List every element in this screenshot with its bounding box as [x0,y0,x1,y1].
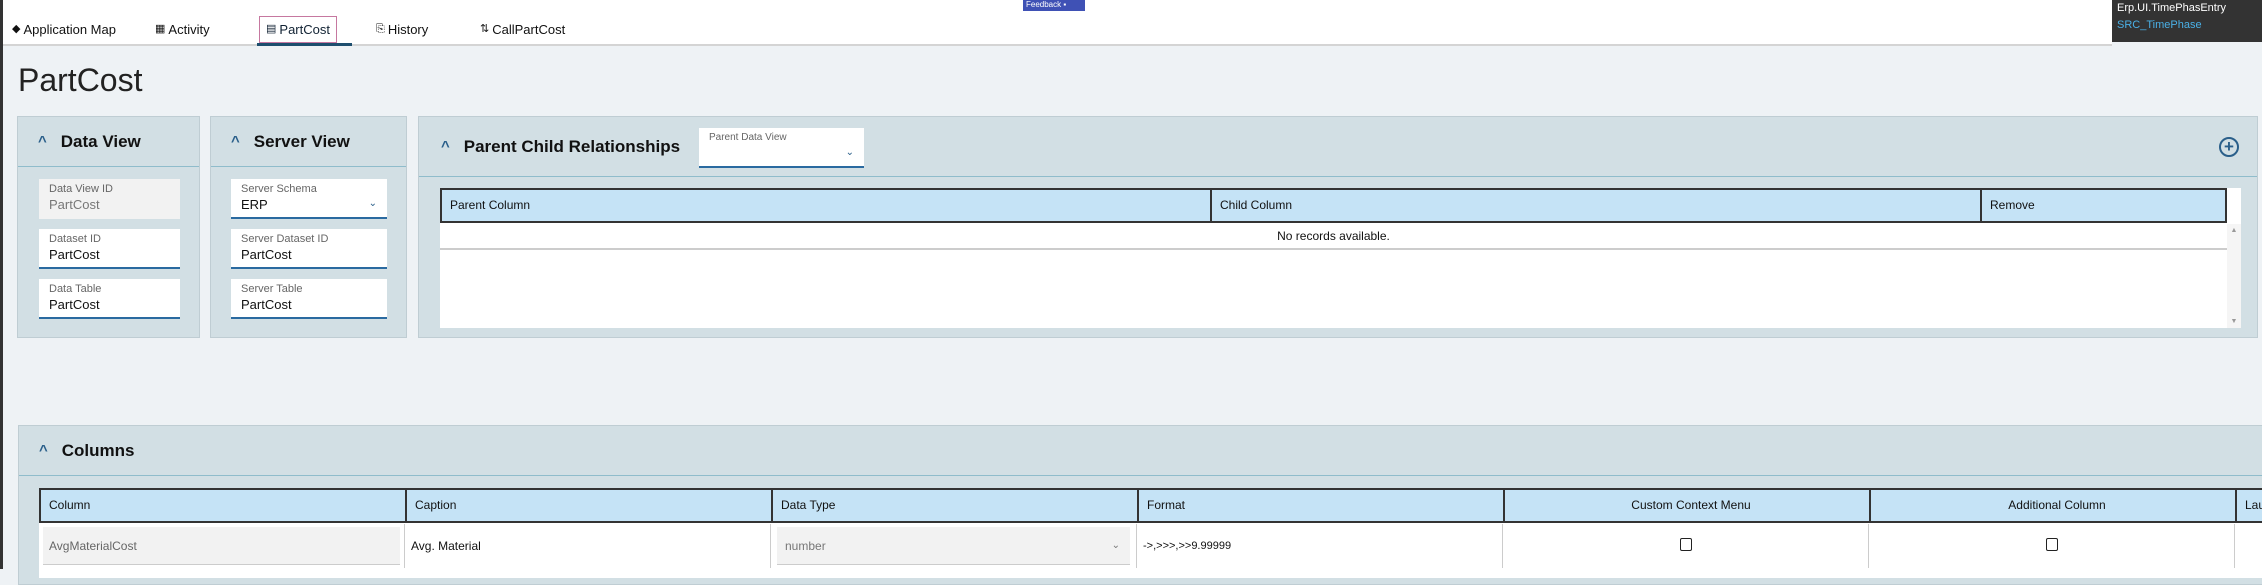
chevron-up-icon[interactable]: ^ [39,442,48,459]
chevron-up-icon[interactable]: ^ [441,138,450,155]
header-caption[interactable]: Caption [407,490,773,521]
header-remove[interactable]: Remove [1982,190,2225,221]
data-view-panel: ^ Data View Data View ID PartCost Dataset … [17,116,200,338]
relationships-panel: ^ Parent Child Relationships Parent Data … [418,116,2258,338]
tab-callpartcost[interactable]: ⇅ CallPartCost [480,16,565,43]
columns-panel: ^ Columns Column Caption Data Type Format… [18,425,2262,585]
table-row: AvgMaterialCost Avg. Material number ⌄ ->… [39,524,2235,568]
context-panel: Erp.UI.TimePhasEntry SRC_TimePhase [2112,0,2262,42]
vertical-scrollbar[interactable]: ▲ ▼ [2227,224,2241,328]
chevron-down-icon: ⌄ [368,198,377,209]
header-child-column[interactable]: Child Column [1212,190,1982,221]
dataset-id-field[interactable]: Dataset ID PartCost [39,229,180,269]
chevron-down-icon: ⌄ [1111,540,1120,551]
server-table-field[interactable]: Server Table PartCost [231,279,387,319]
relationships-header[interactable]: ^ Parent Child Relationships Parent Data … [419,117,2257,177]
chat-icon: ▪ [1063,0,1067,9]
layers-icon: ◆ [12,23,21,35]
history-icon: ⎘ [376,23,385,35]
data-table-field[interactable]: Data Table PartCost [39,279,180,319]
table-icon: ▦ [155,23,166,35]
data-view-id-field: Data View ID PartCost [39,179,180,219]
empty-message: No records available. [440,224,2227,250]
context-link[interactable]: SRC_TimePhase [2117,19,2262,31]
header-data-type[interactable]: Data Type [773,490,1139,521]
grid-header: Column Caption Data Type Format Custom C… [39,488,2262,523]
tab-activity[interactable]: ▦ Activity [155,16,210,43]
server-schema-select[interactable]: Server Schema ERP ⌄ [231,179,387,219]
data-view-header[interactable]: ^ Data View [18,117,199,167]
header-custom-context-menu[interactable]: Custom Context Menu [1505,490,1871,521]
header-additional-column[interactable]: Additional Column [1871,490,2237,521]
parent-data-view-select[interactable]: Parent Data View ⌄ [699,128,864,168]
header-parent-column[interactable]: Parent Column [442,190,1212,221]
format-field[interactable]: ->,>>>,>>9.99999 [1137,524,1503,568]
grid-header: Parent Column Child Column Remove [440,188,2227,223]
window-edge [0,0,3,569]
chevron-up-icon[interactable]: ^ [231,133,240,150]
tab-application-map[interactable]: ◆ Application Map [12,16,116,43]
columns-header[interactable]: ^ Columns [19,426,2262,476]
server-dataset-id-field[interactable]: Server Dataset ID PartCost [231,229,387,269]
header-column[interactable]: Column [41,490,407,521]
flow-icon: ⇅ [480,23,490,35]
server-view-header[interactable]: ^ Server View [211,117,406,167]
tab-partcost[interactable]: ▤ PartCost [259,16,337,43]
document-icon: ▤ [266,23,277,35]
header-format[interactable]: Format [1139,490,1505,521]
relationships-grid: Parent Column Child Column Remove No rec… [440,188,2241,328]
active-tab-indicator [257,43,352,46]
caption-field[interactable]: Avg. Material [405,524,771,568]
chevron-down-icon: ⌄ [845,147,854,158]
custom-context-menu-cell [1503,524,1869,568]
add-circle-icon[interactable]: + [2219,137,2239,157]
additional-column-checkbox[interactable] [2045,538,2058,551]
column-name-field: AvgMaterialCost [43,527,400,565]
data-type-select[interactable]: number ⌄ [777,527,1130,565]
columns-grid: Column Caption Data Type Format Custom C… [39,488,2262,578]
server-view-panel: ^ Server View Server Schema ERP ⌄ Server Da… [210,116,407,338]
feedback-button[interactable]: Feedback ▪ [1023,0,1085,11]
tab-history[interactable]: ⎘ History [376,16,428,43]
header-launch[interactable]: Lau [2237,490,2262,521]
page-title: PartCost [18,62,143,98]
additional-column-cell [1869,524,2235,568]
custom-context-menu-checkbox[interactable] [1679,538,1692,551]
chevron-up-icon[interactable]: ^ [38,133,47,150]
